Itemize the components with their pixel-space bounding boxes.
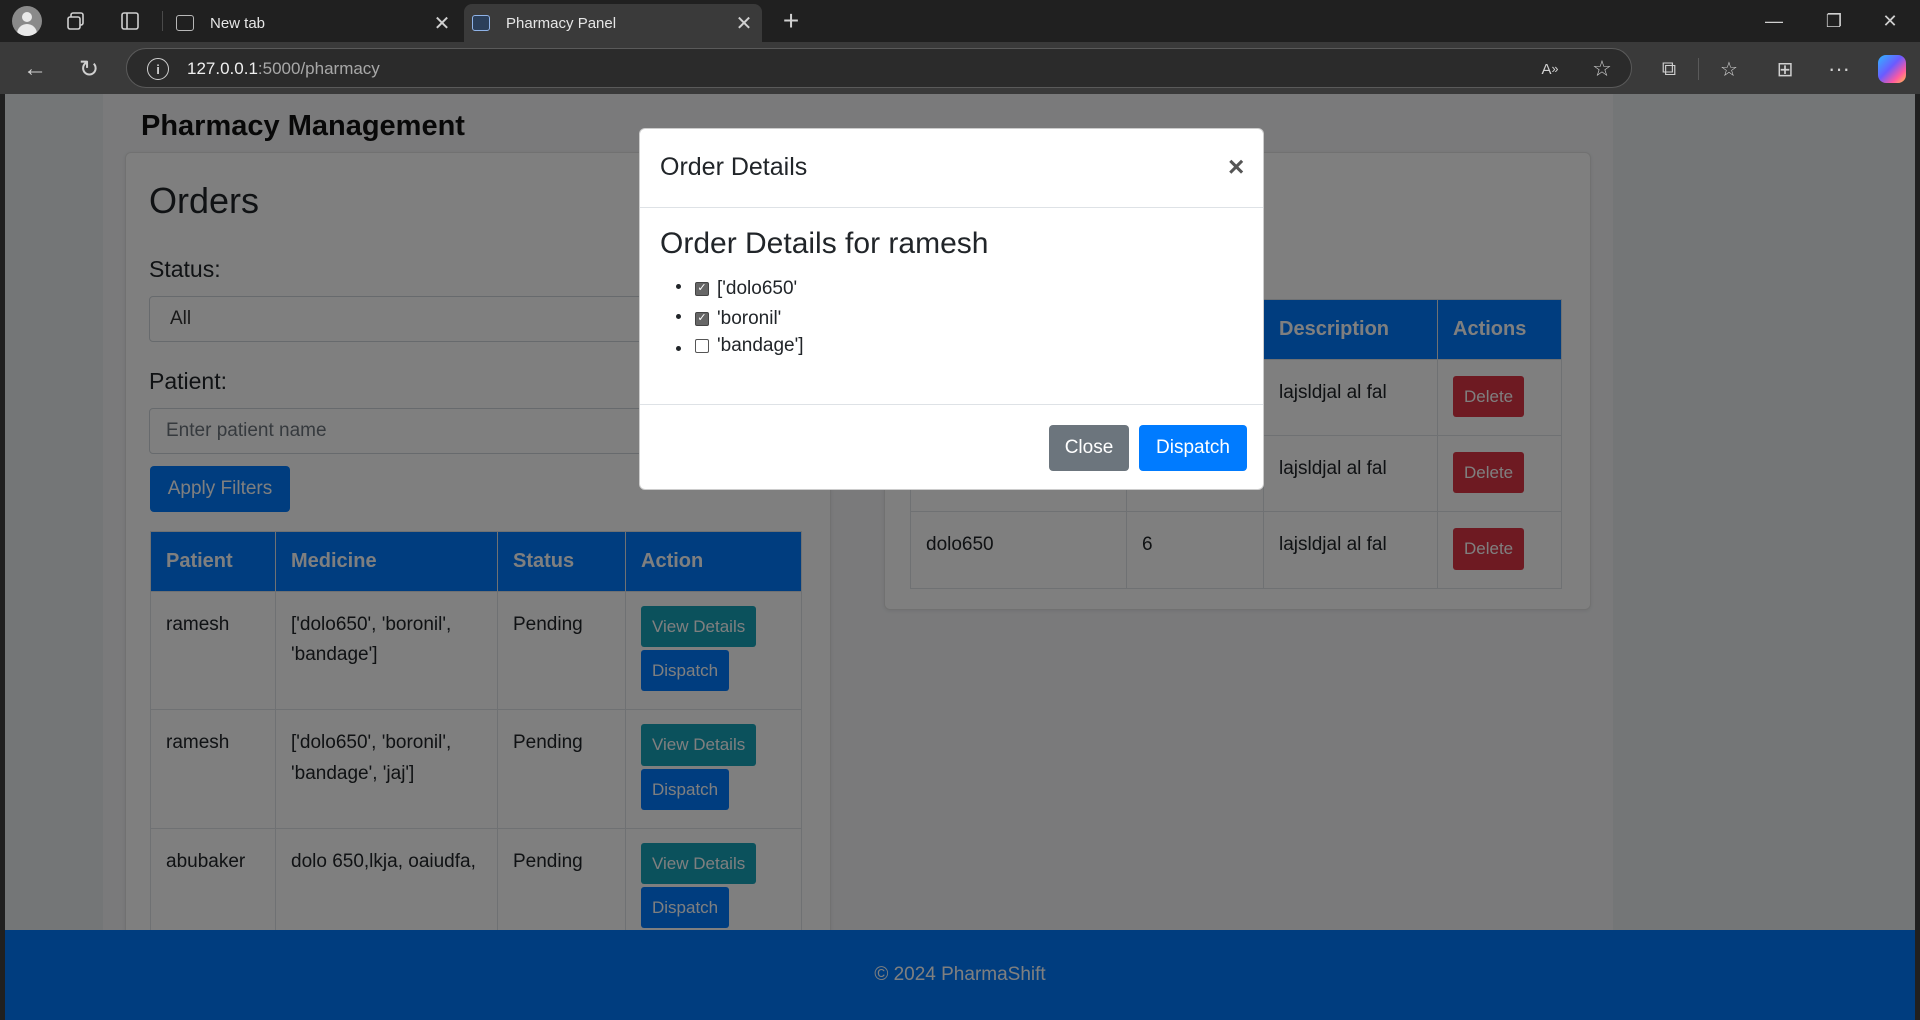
reload-icon[interactable]: ↻ bbox=[74, 54, 104, 84]
read-aloud-icon[interactable]: A» bbox=[1537, 56, 1563, 82]
modal-header: Order Details × bbox=[640, 129, 1263, 208]
site-info-icon[interactable]: i bbox=[147, 58, 169, 80]
favorites-icon[interactable]: ☆ bbox=[1714, 54, 1744, 84]
back-icon[interactable]: ← bbox=[20, 54, 50, 84]
url-input[interactable]: i 127.0.0.1:5000/pharmacy A» ☆ bbox=[126, 48, 1632, 88]
item-label: ['dolo650' bbox=[717, 278, 798, 299]
item-label: 'boronil' bbox=[717, 308, 782, 329]
tab-pharmacy-panel[interactable]: Pharmacy Panel ✕ bbox=[464, 4, 762, 42]
close-window-icon[interactable]: ✕ bbox=[1862, 4, 1918, 38]
list-item: ✓ ['dolo650' bbox=[693, 275, 804, 305]
tab-actions-icon[interactable] bbox=[118, 9, 142, 33]
extensions-icon[interactable]: ⧉ bbox=[1654, 54, 1684, 84]
close-icon[interactable]: × bbox=[1228, 151, 1244, 183]
order-details-modal: Order Details × Order Details for ramesh… bbox=[639, 128, 1264, 490]
tab-title: New tab bbox=[210, 14, 266, 32]
tab-new-tab[interactable]: New tab ✕ bbox=[168, 4, 460, 42]
tab-title: Pharmacy Panel bbox=[506, 14, 617, 32]
profile-icon[interactable] bbox=[12, 6, 42, 36]
order-items-list: ✓ ['dolo650' ✓ 'boronil' 'bandage'] bbox=[693, 275, 804, 365]
page-viewport: Pharmacy Management Orders Status: All P… bbox=[5, 94, 1915, 1020]
tab-separator bbox=[162, 11, 163, 31]
item-checkbox[interactable]: ✓ bbox=[695, 282, 709, 296]
new-tab-icon[interactable]: + bbox=[776, 5, 806, 36]
modal-heading: Order Details for ramesh bbox=[660, 227, 989, 260]
close-tab-icon[interactable]: ✕ bbox=[430, 11, 454, 36]
url-text[interactable]: 127.0.0.1:5000/pharmacy bbox=[187, 59, 380, 79]
pharmacy-favicon bbox=[472, 15, 490, 31]
address-bar: ← ↻ i 127.0.0.1:5000/pharmacy A» ☆ ⧉ ☆ ⊞… bbox=[0, 42, 1920, 94]
close-button[interactable]: Close bbox=[1049, 425, 1129, 471]
new-tab-favicon bbox=[176, 15, 194, 31]
dispatch-modal-button[interactable]: Dispatch bbox=[1139, 425, 1247, 471]
copilot-icon[interactable] bbox=[1878, 55, 1906, 83]
browser-tab-bar: New tab ✕ Pharmacy Panel ✕ + — ❐ ✕ bbox=[0, 0, 1920, 42]
more-icon[interactable]: ··· bbox=[1824, 54, 1854, 84]
url-host: 127.0.0.1 bbox=[187, 59, 258, 78]
restore-icon[interactable]: ❐ bbox=[1806, 4, 1862, 38]
workspaces-icon[interactable] bbox=[64, 9, 88, 33]
list-item: ✓ 'boronil' bbox=[693, 305, 804, 335]
item-checkbox[interactable]: ✓ bbox=[695, 312, 709, 326]
item-checkbox[interactable] bbox=[695, 339, 709, 353]
modal-title: Order Details bbox=[660, 153, 808, 181]
favorite-star-icon[interactable]: ☆ bbox=[1589, 56, 1615, 82]
close-tab-icon[interactable]: ✕ bbox=[732, 11, 756, 36]
url-path: :5000/pharmacy bbox=[257, 59, 380, 78]
collections-icon[interactable]: ⊞ bbox=[1770, 54, 1800, 84]
item-label: 'bandage'] bbox=[717, 335, 804, 356]
minimize-icon[interactable]: — bbox=[1746, 4, 1802, 38]
toolbar-divider bbox=[1698, 58, 1699, 80]
list-item: 'bandage'] bbox=[693, 335, 804, 365]
modal-footer: Close Dispatch bbox=[640, 404, 1263, 491]
